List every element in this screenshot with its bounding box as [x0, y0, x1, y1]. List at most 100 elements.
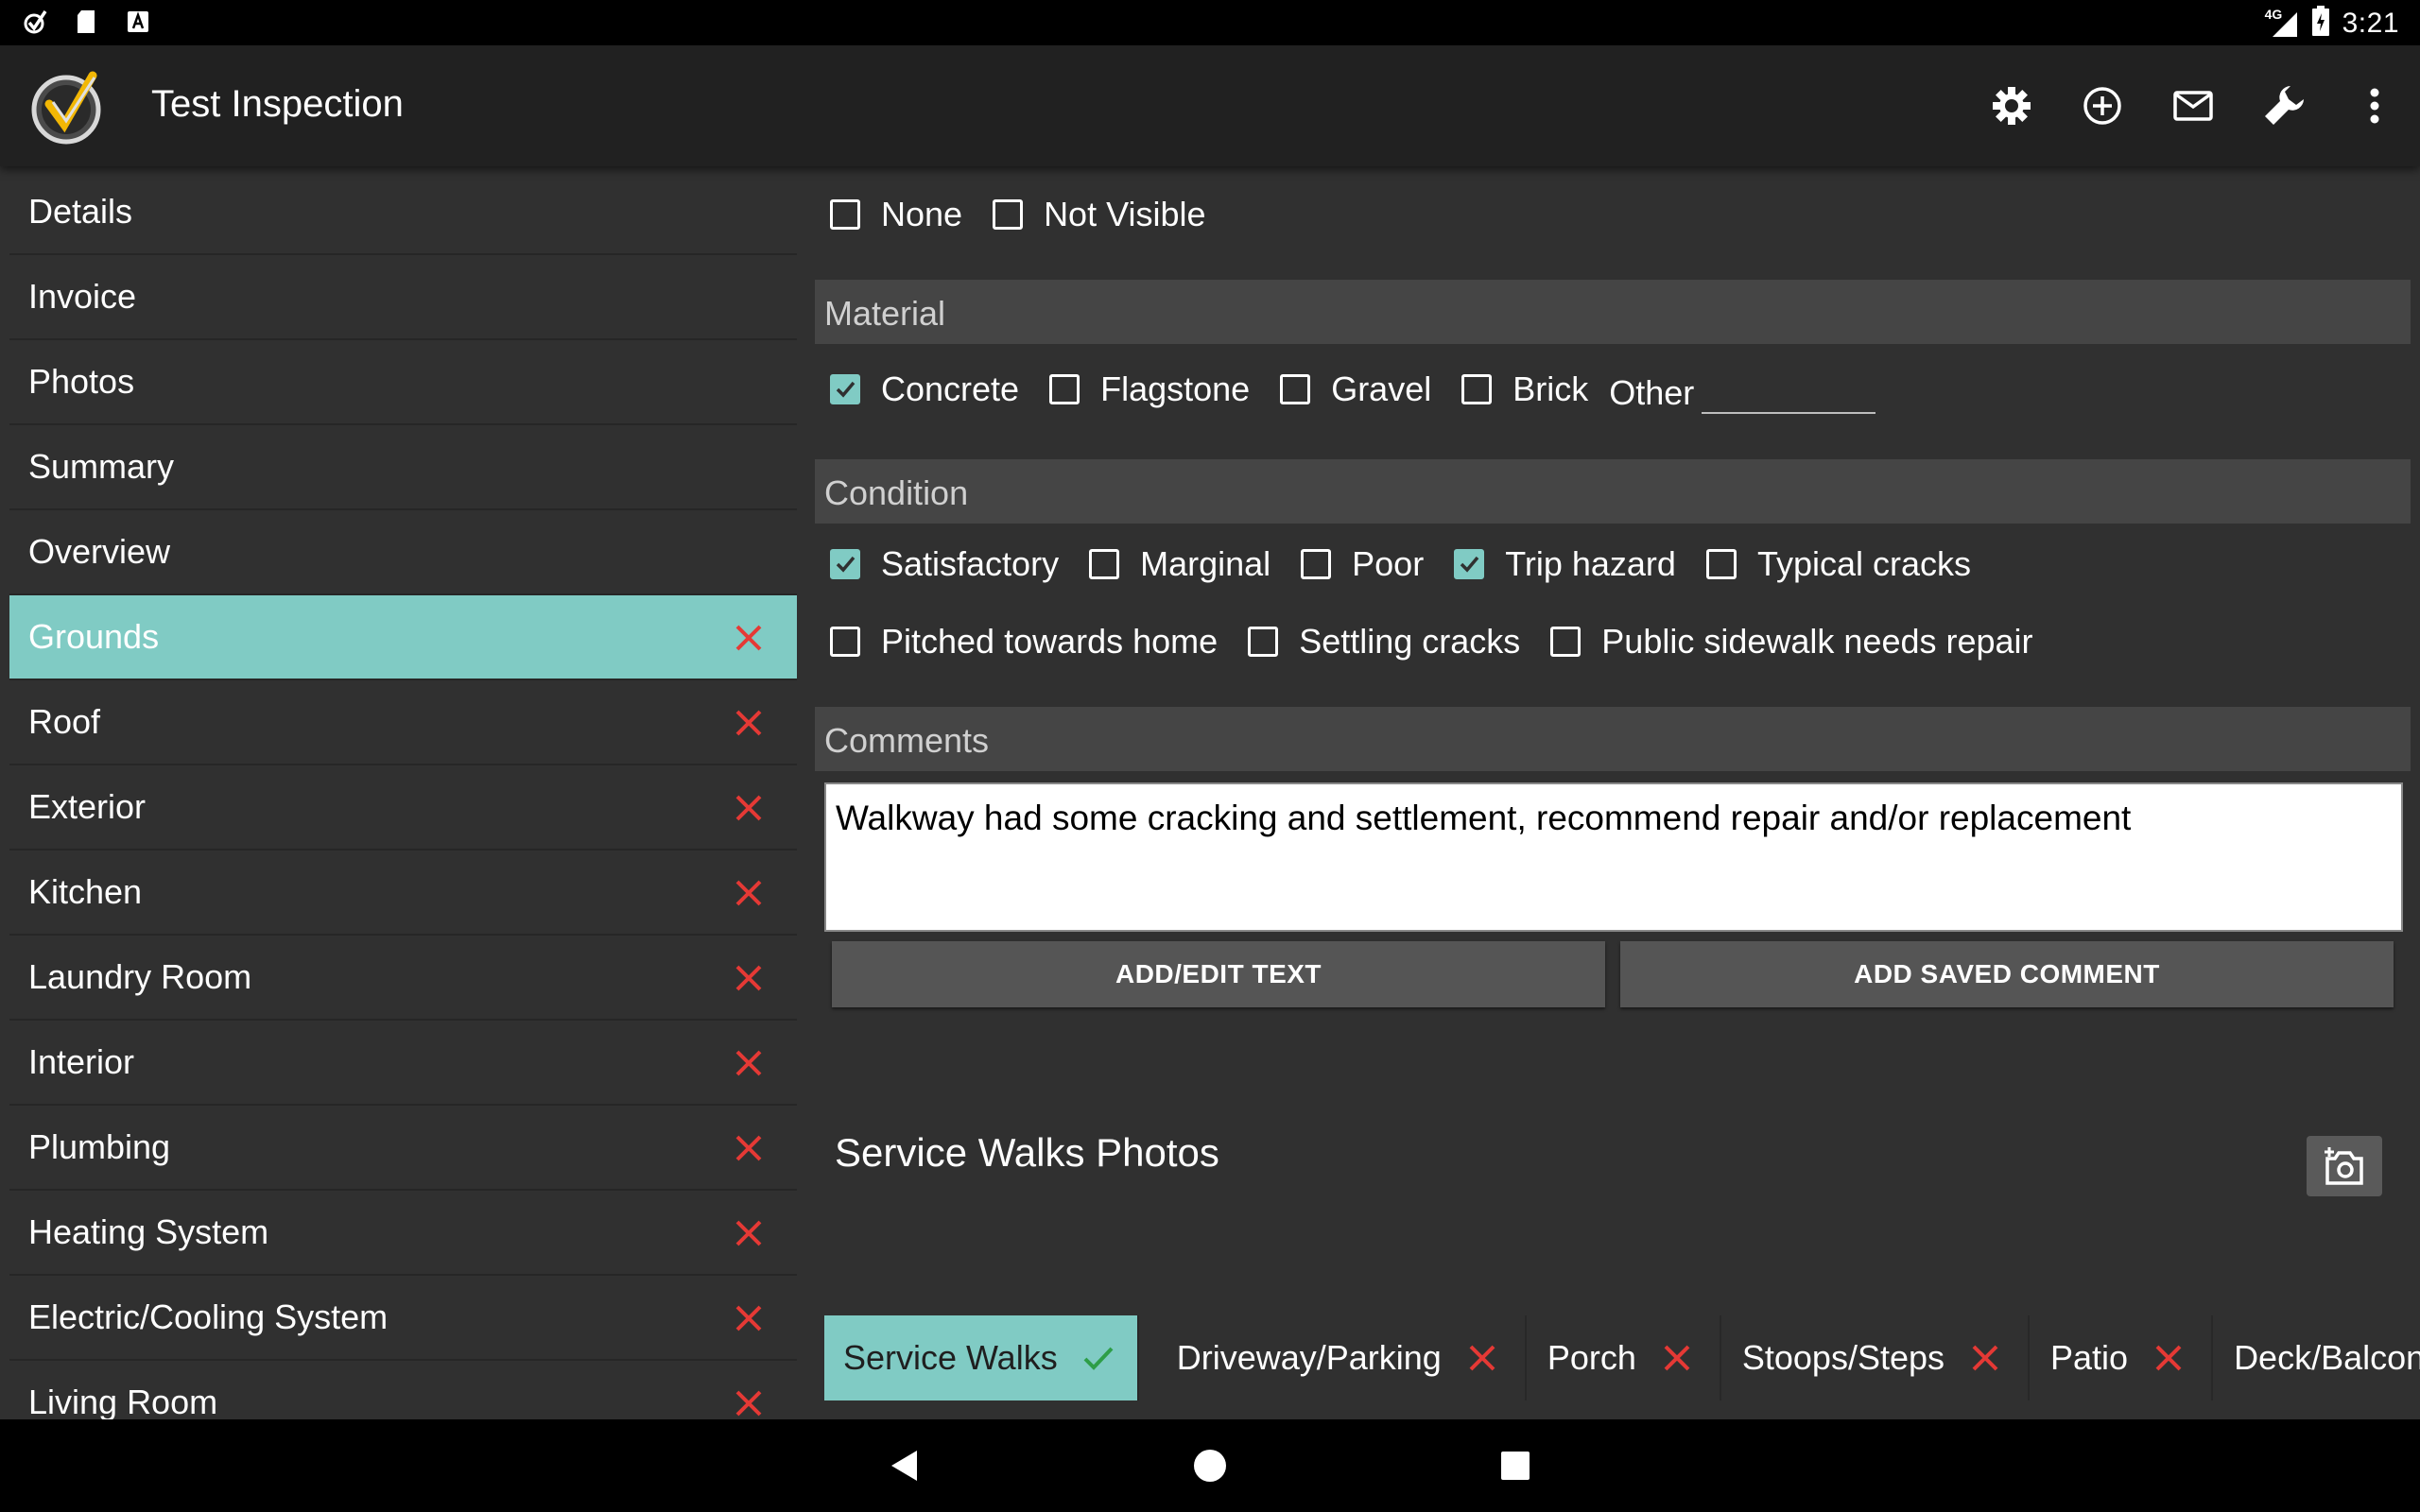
checkbox-box[interactable]	[830, 549, 860, 579]
checkbox-label: Pitched towards home	[881, 622, 1219, 661]
tab-patio[interactable]: Patio	[2030, 1315, 2214, 1400]
checkbox-poor[interactable]: Poor	[1301, 544, 1424, 584]
checkbox-box[interactable]	[830, 199, 860, 230]
tab-stoops-steps[interactable]: Stoops/Steps	[1721, 1315, 2030, 1400]
sidebar-item-exterior[interactable]: Exterior	[9, 765, 797, 850]
sidebar-item-overview[interactable]: Overview	[9, 510, 797, 595]
add-edit-text-button[interactable]: ADD/EDIT TEXT	[832, 941, 1605, 1007]
section-title: Material	[824, 294, 946, 333]
checkbox-pitched-towards-home[interactable]: Pitched towards home	[830, 622, 1218, 662]
incomplete-x-icon	[735, 965, 762, 991]
more-vert-icon[interactable]	[2329, 68, 2420, 144]
battery-icon	[2311, 6, 2329, 41]
add-circle-icon[interactable]	[2057, 68, 2148, 144]
sidebar-item-roof[interactable]: Roof	[9, 680, 797, 765]
sidebar-item-kitchen[interactable]: Kitchen	[9, 850, 797, 936]
checkbox-box[interactable]	[1248, 627, 1279, 657]
sidebar-item-label: Grounds	[28, 617, 160, 656]
checkbox-none[interactable]: None	[830, 195, 962, 234]
checkbox-box[interactable]	[830, 374, 860, 404]
checkbox-label: Marginal	[1140, 544, 1271, 583]
condition-section-header: Condition	[815, 459, 2411, 524]
checkbox-box[interactable]	[1301, 549, 1332, 579]
section-sidebar: Details Invoice Photos Summary Overview …	[9, 170, 797, 1419]
checkbox-not-visible[interactable]: Not Visible	[993, 195, 1205, 234]
sidebar-item-photos[interactable]: Photos	[9, 340, 797, 425]
photos-section-title: Service Walks Photos	[835, 1130, 1219, 1175]
other-material-input[interactable]	[1702, 365, 1876, 414]
checkbox-flagstone[interactable]: Flagstone	[1049, 369, 1250, 409]
sidebar-item-interior[interactable]: Interior	[9, 1021, 797, 1106]
checkbox-label: Poor	[1352, 544, 1425, 583]
incomplete-x-icon	[735, 880, 762, 906]
checkbox-label: Flagstone	[1100, 369, 1251, 408]
checkbox-typical-cracks[interactable]: Typical cracks	[1705, 544, 1971, 584]
checkbox-box[interactable]	[1049, 374, 1080, 404]
checkbox-box[interactable]	[1461, 374, 1493, 404]
checkbox-concrete[interactable]: Concrete	[830, 369, 1019, 409]
tab-deck-balcony[interactable]: Deck/Balcony	[2213, 1315, 2420, 1400]
sd-card-icon	[74, 8, 100, 36]
sidebar-item-heating-system[interactable]: Heating System	[9, 1191, 797, 1276]
sidebar-item-label: Photos	[28, 362, 135, 401]
font-a-icon	[125, 8, 151, 36]
app-logo-icon[interactable]	[28, 66, 108, 146]
checkbox-label: Trip hazard	[1505, 544, 1676, 583]
checkbox-satisfactory[interactable]: Satisfactory	[830, 544, 1059, 584]
sidebar-item-label: Summary	[28, 447, 175, 486]
checkbox-public-sidewalk[interactable]: Public sidewalk needs repair	[1550, 622, 2033, 662]
home-icon[interactable]	[1186, 1442, 1234, 1489]
material-options: Concrete Flagstone Gravel Brick Other	[830, 365, 1876, 414]
settings-icon[interactable]	[1966, 68, 2057, 144]
navigation-bar	[0, 1419, 2420, 1512]
tab-porch[interactable]: Porch	[1527, 1315, 1721, 1400]
tab-label: Service Walks	[843, 1338, 1058, 1377]
checkbox-box[interactable]	[993, 199, 1024, 230]
checkbox-settling-cracks[interactable]: Settling cracks	[1248, 622, 1520, 662]
checkbox-box[interactable]	[1705, 549, 1737, 579]
other-material: Other	[1609, 365, 1876, 414]
recents-icon[interactable]	[1492, 1442, 1539, 1489]
tab-label: Porch	[1547, 1338, 1636, 1377]
comment-text-field[interactable]: Walkway had some cracking and settlement…	[824, 782, 2403, 932]
checkbox-box[interactable]	[1550, 627, 1582, 657]
checkbox-box[interactable]	[1454, 549, 1485, 579]
incomplete-x-icon	[735, 795, 762, 821]
sidebar-item-label: Plumbing	[28, 1127, 171, 1166]
add-saved-comment-button[interactable]: ADD SAVED COMMENT	[1620, 941, 2394, 1007]
tab-service-walks[interactable]: Service Walks	[824, 1315, 1139, 1400]
wrench-icon[interactable]	[2238, 68, 2329, 144]
visibility-options: None Not Visible	[830, 195, 1236, 234]
sidebar-item-laundry-room[interactable]: Laundry Room	[9, 936, 797, 1021]
app-bar: Test Inspection	[0, 45, 2420, 166]
sidebar-item-grounds[interactable]: Grounds	[9, 595, 797, 680]
checkbox-label: Typical cracks	[1756, 544, 1971, 583]
checkbox-gravel[interactable]: Gravel	[1280, 369, 1431, 409]
sidebar-item-label: Heating System	[28, 1212, 269, 1251]
sidebar-item-details[interactable]: Details	[9, 170, 797, 255]
condition-options-row1: Satisfactory Marginal Poor Trip hazard T…	[830, 544, 2001, 584]
checkbox-brick[interactable]: Brick	[1461, 369, 1588, 409]
checkbox-label: Brick	[1512, 369, 1589, 408]
sidebar-item-electric-cooling-system[interactable]: Electric/Cooling System	[9, 1276, 797, 1361]
checkbox-label: None	[881, 195, 963, 233]
incomplete-x-icon	[735, 625, 762, 651]
checkbox-trip-hazard[interactable]: Trip hazard	[1454, 544, 1676, 584]
sidebar-item-label: Laundry Room	[28, 957, 252, 996]
other-label: Other	[1609, 373, 1695, 412]
tab-label: Deck/Balcony	[2234, 1338, 2420, 1377]
sidebar-item-summary[interactable]: Summary	[9, 425, 797, 510]
add-photo-button[interactable]	[2307, 1136, 2382, 1196]
checkbox-box[interactable]	[830, 627, 860, 657]
checkbox-box[interactable]	[1280, 374, 1311, 404]
sidebar-item-living-room[interactable]: Living Room	[9, 1361, 797, 1419]
sidebar-item-plumbing[interactable]: Plumbing	[9, 1106, 797, 1191]
checkbox-marginal[interactable]: Marginal	[1089, 544, 1270, 584]
sidebar-item-invoice[interactable]: Invoice	[9, 255, 797, 340]
back-icon[interactable]	[881, 1442, 928, 1489]
checkbox-box[interactable]	[1089, 549, 1120, 579]
tab-driveway-parking[interactable]: Driveway/Parking	[1139, 1315, 1527, 1400]
checkbox-label: Concrete	[881, 369, 1020, 408]
mail-icon[interactable]	[2148, 68, 2238, 144]
checkbox-label: Gravel	[1331, 369, 1432, 408]
